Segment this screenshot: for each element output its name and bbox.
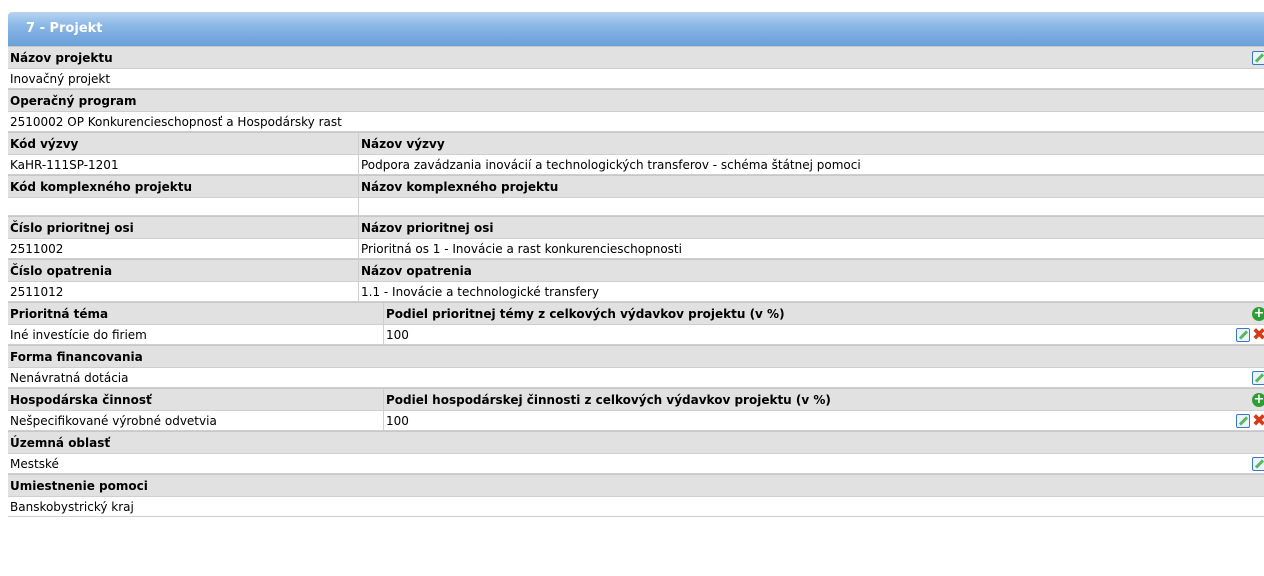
aid-location-value: Banskobystrický kraj (10, 500, 134, 514)
financing-form-label: Forma financovania (10, 350, 143, 364)
priority-theme-share-value: 100 (383, 325, 1215, 344)
priority-theme-label: Prioritná téma (10, 307, 109, 321)
priority-axis-number-value: 2511002 (10, 242, 64, 256)
measure-number-value: 2511012 (10, 285, 64, 299)
edit-icon[interactable] (1252, 370, 1264, 385)
add-icon[interactable]: + (1252, 392, 1264, 407)
economic-activity-value: Nešpecifikované výrobné odvetvia (10, 414, 217, 428)
complex-project-code-label: Kód komplexného projektu (10, 180, 192, 194)
measure-name-value: 1.1 - Inovácie a technologické transfery (358, 282, 1264, 301)
priority-axis-number-label: Číslo prioritnej osi (10, 221, 134, 235)
complex-project-code-value (8, 198, 358, 215)
operational-program-value: 2510002 OP Konkurencieschopnosť a Hospod… (10, 115, 342, 129)
add-icon[interactable]: + (1252, 306, 1264, 321)
territorial-area-value: Mestské (10, 457, 59, 471)
economic-activity-share-label: Podiel hospodárskej činnosti z celkových… (383, 389, 1215, 410)
project-name-value: Inovačný projekt (10, 72, 111, 86)
priority-axis-name-label: Názov prioritnej osi (358, 217, 1264, 238)
project-name-label: Názov projektu (10, 51, 113, 65)
territorial-area-label: Územná oblasť (10, 436, 111, 450)
edit-icon[interactable] (1252, 456, 1264, 471)
call-name-value: Podpora zavádzania inovácií a technologi… (358, 155, 1264, 174)
complex-project-name-value (358, 198, 1264, 215)
measure-number-label: Číslo opatrenia (10, 264, 113, 278)
economic-activity-share-value: 100 (383, 411, 1215, 430)
aid-location-label: Umiestnenie pomoci (10, 479, 148, 493)
operational-program-label: Operačný program (10, 94, 137, 108)
complex-project-name-label: Názov komplexného projektu (358, 176, 1264, 197)
section-title: 7 - Projekt (8, 12, 1264, 46)
priority-theme-share-label: Podiel prioritnej témy z celkových výdav… (383, 303, 1215, 324)
priority-axis-name-value: Prioritná os 1 - Inovácie a rast konkure… (358, 239, 1264, 258)
financing-form-value: Nenávratná dotácia (10, 371, 129, 385)
edit-icon[interactable] (1252, 50, 1264, 65)
priority-theme-value: Iné investície do firiem (10, 328, 147, 342)
call-name-label: Názov výzvy (358, 133, 1264, 154)
call-code-label: Kód výzvy (10, 137, 79, 151)
economic-activity-label: Hospodárska činnosť (10, 393, 152, 407)
call-code-value: KaHR-111SP-1201 (10, 158, 119, 172)
project-panel: 7 - Projekt Názov projektu Inovačný proj… (8, 12, 1264, 517)
edit-icon[interactable] (1236, 327, 1250, 342)
measure-name-label: Názov opatrenia (358, 260, 1264, 281)
edit-icon[interactable] (1236, 413, 1250, 428)
delete-icon[interactable]: ✖ (1252, 412, 1264, 429)
project-name-header: Názov projektu (8, 46, 1264, 69)
delete-icon[interactable]: ✖ (1252, 326, 1264, 343)
